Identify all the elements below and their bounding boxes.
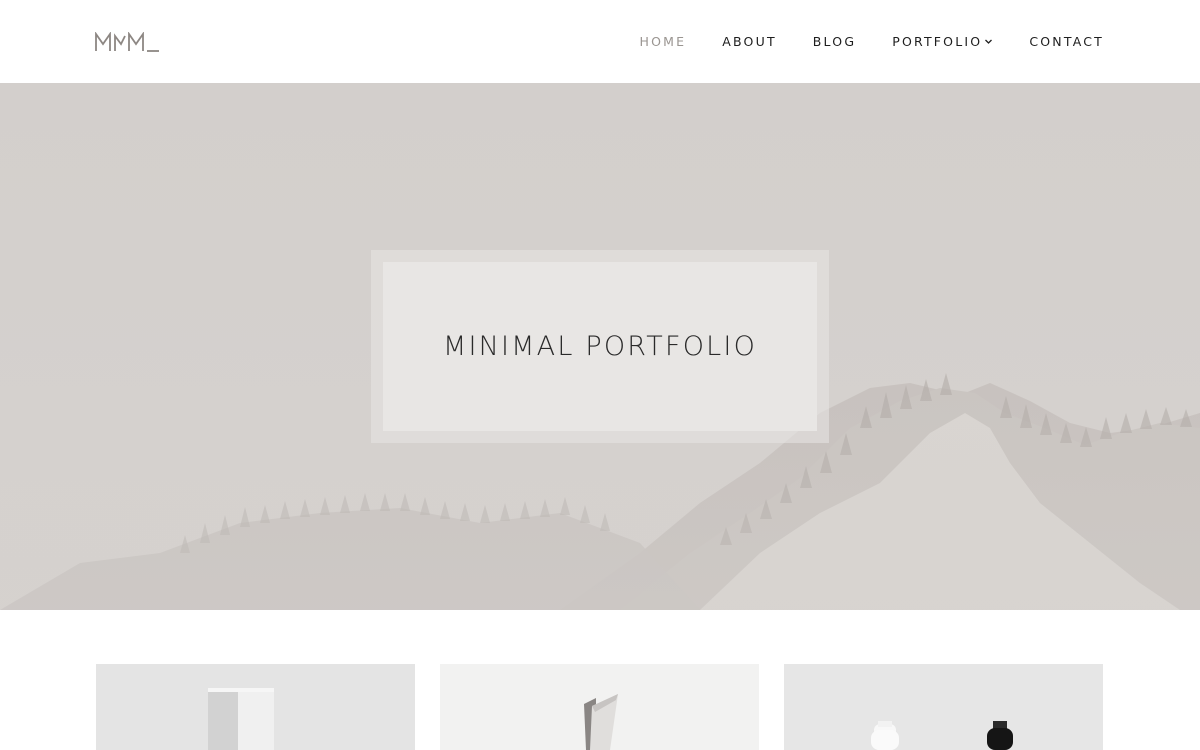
bottles-product-image [784, 664, 1103, 750]
nav-contact-label: CONTACT [1029, 34, 1104, 49]
portfolio-item-2[interactable] [440, 664, 759, 750]
hero-title-box: MINIMAL PORTFOLIO [383, 262, 817, 431]
white-box-product-image [96, 664, 415, 750]
nav-portfolio[interactable]: PORTFOLIO [892, 34, 993, 49]
nav-contact[interactable]: CONTACT [1029, 34, 1104, 49]
portfolio-item-3[interactable] [784, 664, 1103, 750]
hero-section: MINIMAL PORTFOLIO [0, 83, 1200, 610]
nav-blog-label: BLOG [812, 34, 857, 49]
nav-about[interactable]: ABOUT [722, 34, 777, 49]
hero-title-frame: MINIMAL PORTFOLIO [371, 250, 829, 443]
portfolio-item-1[interactable] [96, 664, 415, 750]
hero-title: MINIMAL PORTFOLIO [442, 331, 758, 362]
nav-blog[interactable]: BLOG [813, 34, 856, 49]
portfolio-gallery [96, 664, 1104, 750]
angled-shape-product-image [440, 664, 759, 750]
logo-icon [95, 32, 159, 52]
nav-about-label: ABOUT [722, 34, 777, 49]
chevron-down-icon [985, 39, 993, 44]
site-header: HOME ABOUT BLOG PORTFOLIO CONTACT [0, 0, 1200, 83]
nav-portfolio-label: PORTFOLIO [892, 34, 983, 49]
nav-home[interactable]: HOME [640, 34, 687, 49]
nav-home-label: HOME [639, 34, 687, 49]
main-nav: HOME ABOUT BLOG PORTFOLIO CONTACT [640, 0, 1104, 83]
